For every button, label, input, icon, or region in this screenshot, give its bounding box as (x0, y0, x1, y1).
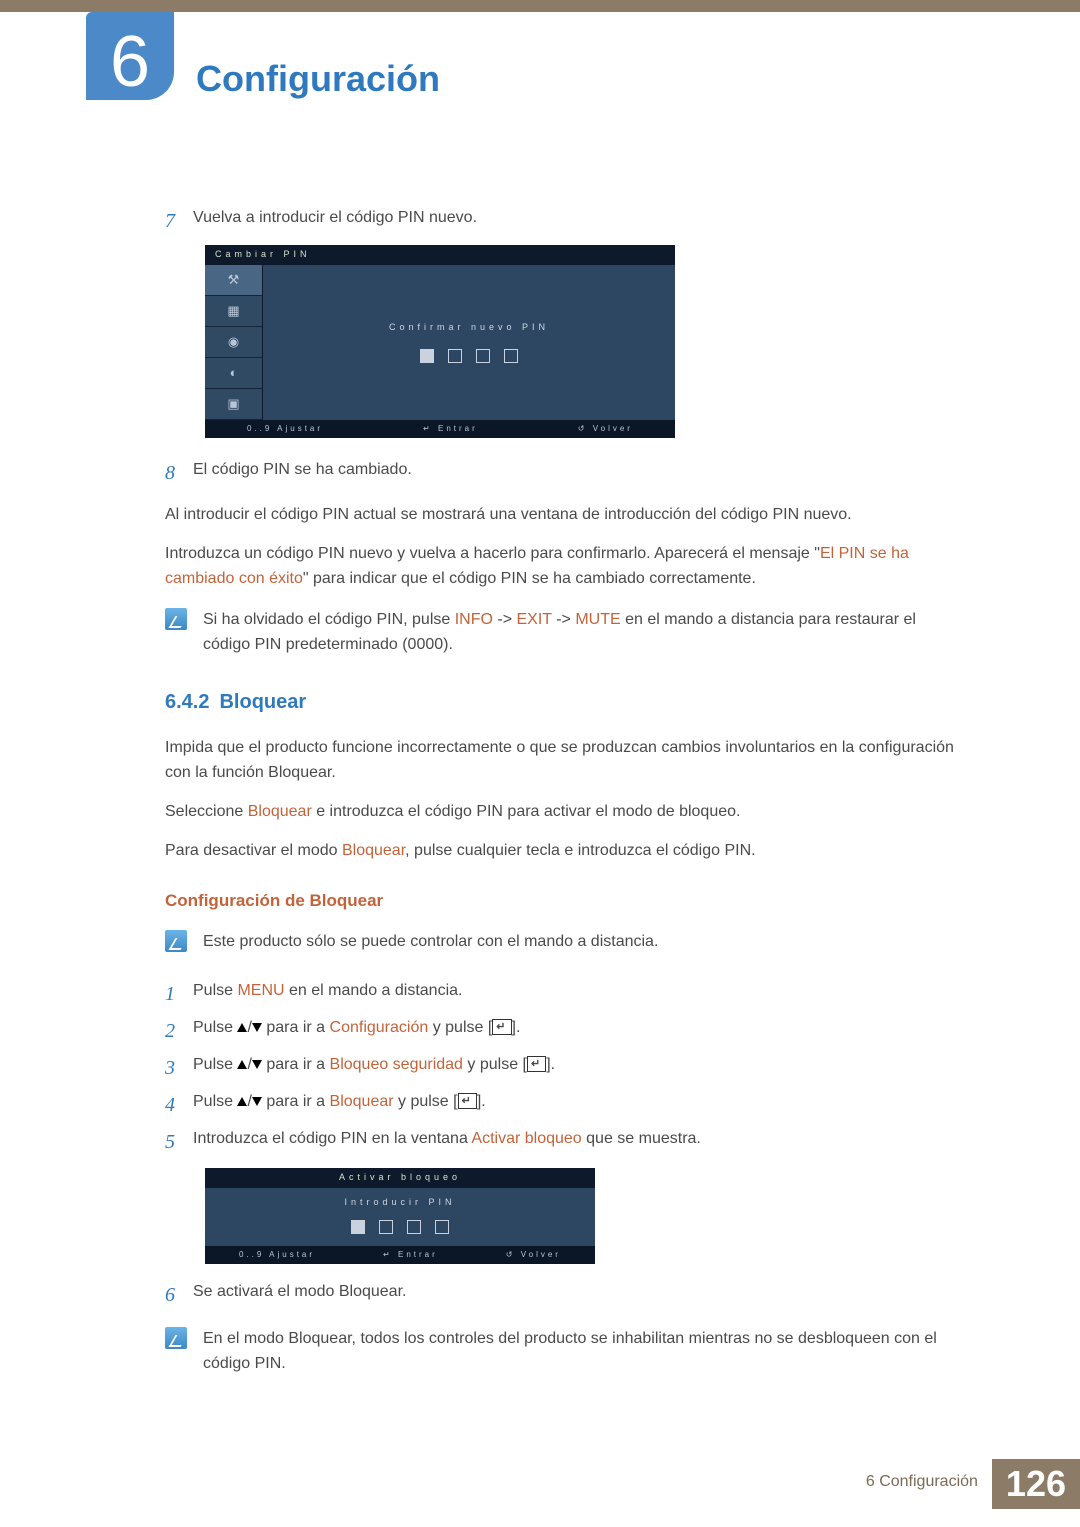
step-number: 2 (165, 1016, 193, 1047)
enter-key-icon (492, 1019, 511, 1035)
osd-title: Cambiar PIN (205, 245, 675, 265)
step-number: 7 (165, 206, 193, 237)
step-5: 5 Introduzca el código PIN en la ventana… (165, 1127, 960, 1158)
osd-side-icon: ▣ (205, 389, 262, 420)
page-footer: 6 Configuración 126 (866, 1459, 1080, 1509)
page-title: Configuración (196, 58, 440, 100)
osd-footer: 0..9 Ajustar ↵ Entrar ↺ Volver (205, 420, 675, 438)
step-text: Pulse / para ir a Bloqueo seguridad y pu… (193, 1053, 960, 1084)
arrow-down-icon (252, 1097, 262, 1106)
step-text: Pulse MENU en el mando a distancia. (193, 979, 960, 1010)
step-number: 5 (165, 1127, 193, 1158)
osd-side-icon: ◉ (205, 327, 262, 358)
arrow-down-icon (252, 1023, 262, 1032)
note-text: Este producto sólo se puede controlar co… (203, 930, 960, 955)
subheading: Configuración de Bloquear (165, 888, 960, 914)
step-number: 4 (165, 1090, 193, 1121)
step-number: 8 (165, 458, 193, 489)
step-8: 8 El código PIN se ha cambiado. (165, 458, 960, 489)
step-text: Pulse / para ir a Bloquear y pulse []. (193, 1090, 960, 1121)
arrow-up-icon (237, 1060, 247, 1069)
step-4: 4 Pulse / para ir a Bloquear y pulse []. (165, 1090, 960, 1121)
osd-foot-adjust: 0..9 Ajustar (239, 1249, 315, 1261)
osd-foot-adjust: 0..9 Ajustar (247, 423, 323, 435)
content: 7 Vuelva a introducir el código PIN nuev… (0, 100, 1080, 1377)
arrow-up-icon (237, 1097, 247, 1106)
step-7: 7 Vuelva a introducir el código PIN nuev… (165, 206, 960, 237)
note-icon (165, 930, 187, 952)
arrow-down-icon (252, 1060, 262, 1069)
step-number: 1 (165, 979, 193, 1010)
note-icon (165, 1327, 187, 1349)
footer-chapter: 6 Configuración (866, 1459, 992, 1509)
pin-digit (407, 1220, 421, 1234)
step-text: Vuelva a introducir el código PIN nuevo. (193, 206, 960, 237)
enter-key-icon (527, 1056, 546, 1072)
section-title: Bloquear (219, 691, 306, 713)
step-3: 3 Pulse / para ir a Bloqueo seguridad y … (165, 1053, 960, 1084)
osd-foot-enter: ↵ Entrar (383, 1249, 438, 1261)
step-2: 2 Pulse / para ir a Configuración y puls… (165, 1016, 960, 1047)
paragraph: Seleccione Bloquear e introduzca el códi… (165, 800, 960, 825)
osd-side-icon: ◐ (205, 358, 262, 389)
step-text: Pulse / para ir a Configuración y pulse … (193, 1016, 960, 1047)
step-text: Introduzca el código PIN en la ventana A… (193, 1127, 960, 1158)
pin-boxes (351, 1220, 449, 1234)
pin-digit (420, 349, 434, 363)
section-number: 6.4.2 (165, 691, 209, 713)
paragraph: Al introducir el código PIN actual se mo… (165, 503, 960, 528)
osd-side-icon: ⚒ (205, 265, 262, 296)
section-heading: 6.4.2 Bloquear (165, 687, 960, 718)
step-number: 6 (165, 1280, 193, 1311)
osd-label: Confirmar nuevo PIN (389, 321, 549, 335)
note: Este producto sólo se puede controlar co… (165, 930, 960, 955)
pin-digit (448, 349, 462, 363)
osd-foot-enter: ↵ Entrar (423, 423, 478, 435)
step-1: 1 Pulse MENU en el mando a distancia. (165, 979, 960, 1010)
step-text: Se activará el modo Bloquear. (193, 1280, 960, 1311)
note-text: En el modo Bloquear, todos los controles… (203, 1327, 960, 1377)
osd-foot-return: ↺ Volver (506, 1249, 561, 1261)
osd-sidebar: ⚒ ▦ ◉ ◐ ▣ (205, 265, 263, 420)
pin-digit (435, 1220, 449, 1234)
note-icon (165, 608, 187, 630)
paragraph: Para desactivar el modo Bloquear, pulse … (165, 839, 960, 864)
step-text: El código PIN se ha cambiado. (193, 458, 960, 489)
note: Si ha olvidado el código PIN, pulse INFO… (165, 608, 960, 658)
enter-key-icon (458, 1093, 477, 1109)
step-number: 3 (165, 1053, 193, 1084)
paragraph: Impida que el producto funcione incorrec… (165, 736, 960, 786)
osd-activar-bloqueo: Activar bloqueo Introducir PIN 0..9 Ajus… (205, 1168, 595, 1264)
step-6: 6 Se activará el modo Bloquear. (165, 1280, 960, 1311)
osd-footer: 0..9 Ajustar ↵ Entrar ↺ Volver (205, 1246, 595, 1264)
osd-foot-return: ↺ Volver (578, 423, 633, 435)
note: En el modo Bloquear, todos los controles… (165, 1327, 960, 1377)
pin-digit (351, 1220, 365, 1234)
pin-digit (504, 349, 518, 363)
arrow-up-icon (237, 1023, 247, 1032)
page-header: 6 Configuración (0, 12, 1080, 100)
pin-digit (379, 1220, 393, 1234)
osd-title: Activar bloqueo (205, 1168, 595, 1188)
pin-digit (476, 349, 490, 363)
top-bar (0, 0, 1080, 12)
paragraph: Introduzca un código PIN nuevo y vuelva … (165, 542, 960, 592)
osd-label: Introducir PIN (344, 1196, 455, 1210)
chapter-badge: 6 (86, 12, 174, 100)
osd-side-icon: ▦ (205, 296, 262, 327)
pin-boxes (420, 349, 518, 363)
note-text: Si ha olvidado el código PIN, pulse INFO… (203, 608, 960, 658)
osd-cambiar-pin: Cambiar PIN ⚒ ▦ ◉ ◐ ▣ Confirmar nuevo PI… (205, 245, 960, 438)
footer-page-number: 126 (992, 1459, 1080, 1509)
